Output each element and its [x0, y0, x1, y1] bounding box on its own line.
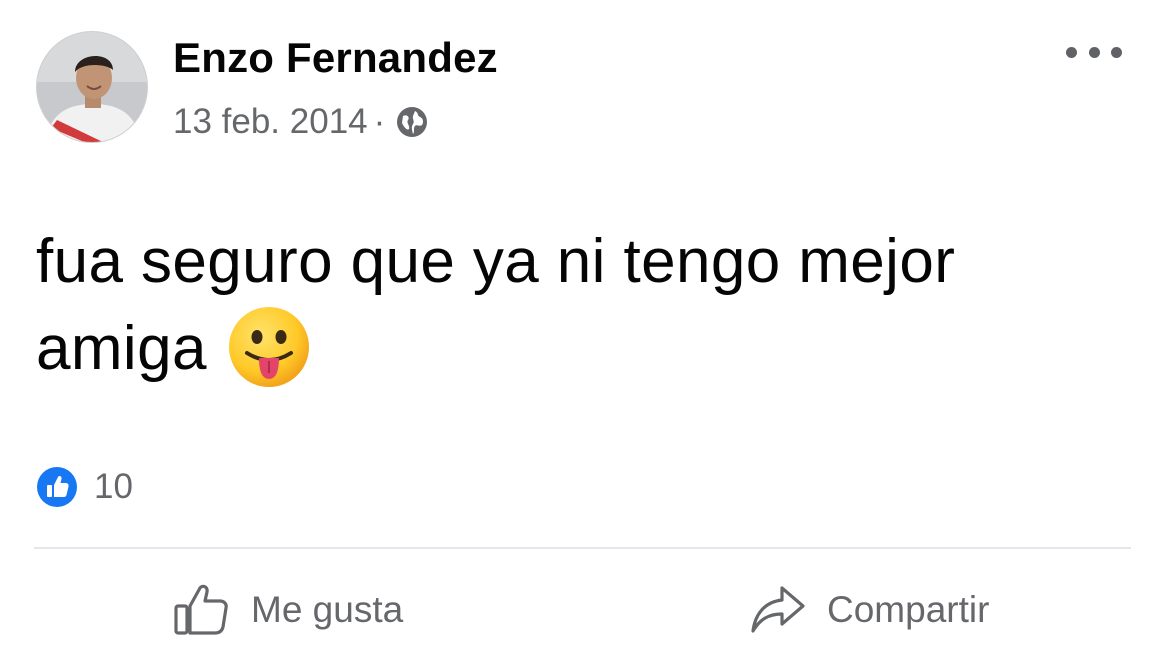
post-meta: 13 feb. 2014 ·: [173, 102, 429, 142]
more-dot-icon: [1111, 46, 1122, 58]
globe-icon: [395, 105, 429, 139]
more-options-button[interactable]: [1066, 40, 1122, 64]
avatar[interactable]: [36, 31, 148, 143]
like-button-label: Me gusta: [251, 589, 404, 630]
more-dot-icon: [1088, 46, 1100, 58]
share-button[interactable]: Compartir: [749, 582, 989, 638]
tongue-out-emoji-icon: [227, 305, 311, 389]
thumbs-up-icon: [173, 582, 231, 638]
author-name[interactable]: Enzo Fernandez: [173, 34, 498, 82]
share-button-label: Compartir: [827, 589, 990, 630]
post-date[interactable]: 13 feb. 2014: [173, 102, 368, 142]
post-text: fua seguro que ya ni tengo mejor amiga: [36, 227, 956, 383]
reaction-count: 10: [94, 467, 133, 506]
facebook-post: Enzo Fernandez 13 feb. 2014 · fua seguro…: [0, 0, 1169, 670]
reactions-summary[interactable]: 10: [36, 466, 133, 508]
more-dot-icon: [1066, 46, 1077, 58]
like-button[interactable]: Me gusta: [173, 582, 403, 638]
divider: [34, 547, 1131, 549]
like-reaction-icon: [36, 466, 78, 508]
share-arrow-icon: [749, 582, 807, 638]
meta-separator: ·: [373, 102, 386, 141]
post-body: fua seguro que ya ni tengo mejor amiga: [36, 218, 1136, 392]
